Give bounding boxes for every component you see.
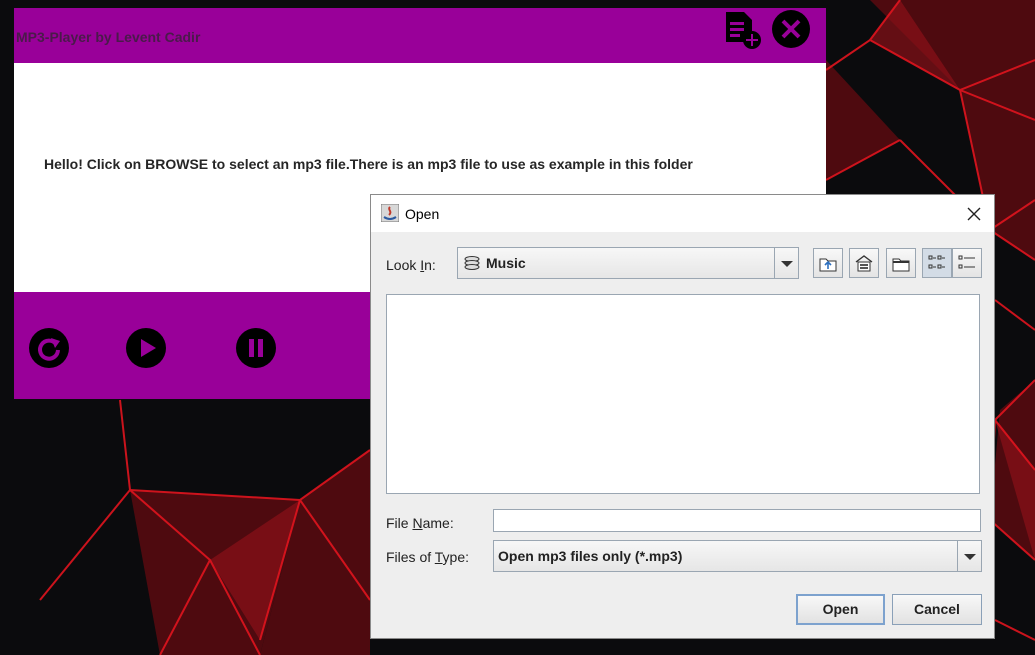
- add-file-icon[interactable]: [722, 9, 764, 49]
- dialog-titlebar: Open: [371, 195, 994, 232]
- new-folder-button[interactable]: [886, 248, 916, 278]
- cancel-button[interactable]: Cancel: [892, 594, 982, 625]
- home-button[interactable]: [849, 248, 879, 278]
- new-folder-icon: [892, 258, 910, 272]
- files-of-type-value: Open mp3 files only (*.mp3): [498, 548, 683, 564]
- file-name-label: File Name:: [386, 515, 454, 531]
- look-in-value: Music: [486, 255, 526, 271]
- look-in-dropdown[interactable]: Music: [457, 247, 799, 279]
- pause-icon[interactable]: [235, 327, 277, 369]
- list-view-button[interactable]: [922, 248, 952, 278]
- details-view-button[interactable]: [952, 248, 982, 278]
- open-button[interactable]: Open: [796, 594, 885, 625]
- files-of-type-label: Files of Type:: [386, 549, 470, 565]
- player-title: MP3-Player by Levent Cadir: [16, 29, 201, 45]
- dialog-title: Open: [405, 206, 440, 222]
- chevron-down-icon[interactable]: [957, 541, 981, 571]
- drive-icon: [464, 256, 480, 270]
- files-of-type-dropdown[interactable]: Open mp3 files only (*.mp3): [493, 540, 982, 572]
- look-in-label: Look In:: [386, 257, 436, 273]
- dialog-close-icon[interactable]: [956, 198, 992, 230]
- java-app-icon: [381, 204, 399, 222]
- open-file-dialog: Open Look In: Music File Name: Files of …: [370, 194, 995, 639]
- player-header: MP3-Player by Levent Cadir: [14, 8, 826, 63]
- home-icon: [855, 255, 873, 272]
- file-list[interactable]: [386, 294, 980, 494]
- replay-icon[interactable]: [28, 327, 70, 369]
- up-one-level-button[interactable]: [813, 248, 843, 278]
- file-name-input[interactable]: [493, 509, 981, 532]
- close-icon[interactable]: [770, 9, 812, 49]
- details-view-icon: [958, 255, 975, 269]
- list-view-icon: [928, 255, 945, 269]
- play-icon[interactable]: [125, 327, 167, 369]
- hello-message: Hello! Click on BROWSE to select an mp3 …: [44, 156, 693, 172]
- up-one-level-icon: [819, 258, 837, 272]
- chevron-down-icon[interactable]: [774, 248, 798, 278]
